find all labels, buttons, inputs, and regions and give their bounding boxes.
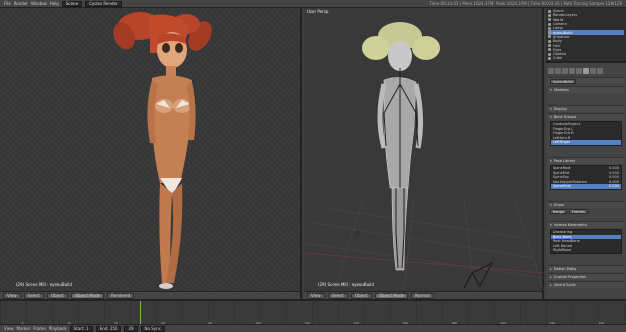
expand-arrow-icon[interactable]: ▸	[550, 283, 552, 287]
properties-tabs	[546, 66, 626, 76]
scene-selector[interactable]: Scene	[61, 0, 83, 7]
list-item-selected[interactable]: SpineFinal 0.000	[551, 184, 621, 189]
current-frame-field[interactable]: 29	[124, 325, 138, 332]
viewport-header-left: View Select Object Object Mode Rendered	[0, 291, 300, 299]
view-menu[interactable]: View	[307, 292, 325, 299]
shading-select[interactable]: Rendered	[107, 292, 135, 299]
armature-scene	[304, 22, 544, 291]
outliner-row[interactable]: Cube	[548, 56, 624, 60]
render-stats: Time 00:14.03 | Mem 1024.37M, Peak 1024.…	[429, 1, 623, 6]
object-name-field[interactable]: eyeouBuild	[550, 78, 576, 84]
render-engine-select[interactable]: Cycles Render	[85, 0, 122, 7]
select-menu[interactable]: Select	[327, 292, 348, 299]
mode-select[interactable]: Object Mode	[374, 292, 409, 299]
mesh-icon	[548, 52, 551, 56]
scene-icon	[548, 9, 551, 13]
menu-help[interactable]: Help	[50, 1, 59, 6]
outliner: Scene RenderLayers World Camera Lamp eye…	[546, 8, 626, 63]
object-menu[interactable]: Object	[46, 292, 68, 299]
collapse-arrow-icon[interactable]: ▾	[550, 159, 552, 163]
start-frame-field[interactable]: Start: 1	[69, 325, 93, 332]
armature-tab-icon[interactable]	[583, 68, 589, 74]
list-item[interactable]: RightBone	[551, 248, 621, 253]
armature-icon	[548, 35, 551, 39]
mode-select[interactable]: Object Mode	[70, 292, 105, 299]
display-panel: ▾ Display	[548, 105, 624, 112]
constraints-tab-icon[interactable]	[576, 68, 582, 74]
ik-list: Drawstring Back Bone Rest.HeadBone Left …	[550, 229, 622, 254]
frame-menu[interactable]: Frame	[33, 326, 45, 331]
viewport-header-right: View Select Object Object Mode Normal	[304, 291, 542, 299]
pose-list: SpineRoot 0.000 SpineMid 0.000 SpineTop 0.0…	[550, 165, 622, 190]
inherit-scale-panel: ▸ Inherit Scale	[548, 281, 624, 288]
marker-menu[interactable]: Marker	[17, 326, 31, 331]
collapse-arrow-icon[interactable]: ▾	[550, 88, 552, 92]
motion-paths-panel: ▸ Motion Paths	[548, 265, 624, 272]
world-tab-icon[interactable]	[562, 68, 568, 74]
skeleton-panel: ▾ Skeleton	[548, 86, 624, 105]
menu-render[interactable]: Render	[14, 1, 28, 6]
render-tab-icon[interactable]	[548, 68, 554, 74]
pose-library-panel: ▾ Pose Library SpineRoot 0.000 SpineMid 0.0…	[548, 157, 624, 191]
timeline-editor[interactable]: 0 20 40 60 80 100 120 140 160 180 200 220 240 View M…	[0, 299, 626, 332]
bone-groups-list: ControlsFinger.L FingerGrp.L FingerCtrl.…	[550, 121, 622, 146]
layers-icon	[548, 13, 551, 17]
expand-arrow-icon[interactable]: ▸	[550, 275, 552, 279]
material-tab-icon[interactable]	[597, 68, 603, 74]
object-name-row: eyeouBuild	[548, 77, 624, 84]
view-menu[interactable]: View	[3, 292, 21, 299]
rendered-character	[113, 12, 212, 289]
mesh-icon	[548, 48, 551, 52]
ghost-panel: ▾ Ghost Range Frames	[548, 201, 624, 215]
view-menu[interactable]: View	[4, 326, 14, 331]
properties-editor: Scene RenderLayers World Camera Lamp eye…	[546, 8, 626, 299]
timeline-header: View Marker Frame Playback Start: 1 End:…	[0, 324, 626, 332]
menu-file[interactable]: File	[4, 1, 11, 6]
range-button[interactable]: Range	[550, 209, 568, 214]
scene-tab-icon[interactable]	[555, 68, 561, 74]
collapse-arrow-icon[interactable]: ▾	[550, 107, 552, 111]
viewport-corner-label: (29) Scene Mill : eyeouBuild	[16, 282, 72, 287]
mesh-icon	[548, 56, 551, 60]
info-header: File Render Window Help Scene Cycles Ren…	[0, 0, 626, 8]
3d-viewport[interactable]: User Persp (29) Scene Mill: eyeouBuild …	[304, 8, 544, 299]
expand-arrow-icon[interactable]: ▸	[550, 267, 552, 271]
frames-button[interactable]: Frames	[569, 209, 588, 214]
bone-tab-icon[interactable]	[590, 68, 596, 74]
world-icon	[548, 18, 551, 22]
camera-icon	[548, 22, 551, 26]
bone-groups-panel: ▾ Bone Groups ControlsFinger.L FingerGrp.…	[548, 113, 624, 147]
menu-window[interactable]: Window	[31, 1, 47, 6]
ik-panel: ▾ Inverse Kinematics Drawstring Back Bone…	[548, 221, 624, 255]
playback-menu[interactable]: Playback	[49, 326, 67, 331]
viewport-corner-label: (29) Scene Mill : eyeouBuild	[318, 282, 374, 287]
mesh-icon	[548, 44, 551, 48]
collapse-arrow-icon[interactable]: ▾	[550, 203, 552, 207]
armature-icon	[548, 31, 551, 35]
select-menu[interactable]: Select	[23, 292, 44, 299]
custom-properties-panel: ▸ Custom Properties	[548, 273, 624, 280]
orientation-select[interactable]: Normal	[411, 292, 434, 299]
list-item-selected[interactable]: LeftFinger	[551, 140, 621, 145]
object-tab-icon[interactable]	[569, 68, 575, 74]
lamp-icon	[548, 26, 551, 30]
sync-select[interactable]: No Sync	[140, 325, 165, 332]
collapse-arrow-icon[interactable]: ▾	[550, 223, 552, 227]
mesh-icon	[548, 39, 551, 43]
object-menu[interactable]: Object	[350, 292, 372, 299]
rendered-viewport[interactable]: (29) Scene Mill : eyeouBuild View Select…	[0, 8, 302, 299]
end-frame-field[interactable]: End: 250	[95, 325, 122, 332]
collapse-arrow-icon[interactable]: ▾	[550, 115, 552, 119]
